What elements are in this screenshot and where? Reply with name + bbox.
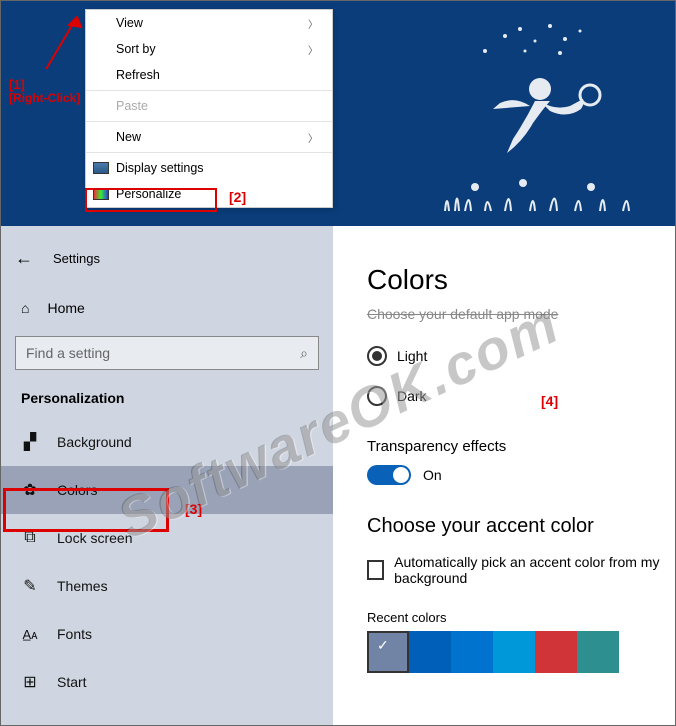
context-menu-label: New	[116, 130, 141, 144]
context-menu-paste: Paste	[86, 93, 332, 119]
page-title: Colors	[367, 264, 675, 296]
settings-title: Settings	[53, 251, 100, 266]
nav-home[interactable]: ⌂ Home	[1, 288, 333, 328]
radio-label: Dark	[397, 388, 427, 404]
nav-label: Home	[47, 300, 84, 316]
annotation-highlight-box	[85, 188, 217, 212]
search-icon: ⌕	[300, 345, 308, 362]
annotation-arrow	[33, 9, 89, 69]
nav-start[interactable]: ⊞ Start	[1, 658, 333, 706]
nav-label: Start	[57, 674, 87, 690]
context-menu-refresh[interactable]: Refresh	[86, 62, 332, 88]
app-mode-radio-group: Light Dark	[367, 336, 675, 416]
context-menu-sort-by[interactable]: Sort by 〉	[86, 36, 332, 62]
context-menu-display-settings[interactable]: Display settings	[86, 155, 332, 181]
context-menu-label: Refresh	[116, 68, 160, 82]
color-swatch[interactable]	[451, 631, 493, 673]
desktop-wallpaper-art	[375, 11, 655, 221]
color-swatch[interactable]	[535, 631, 577, 673]
home-icon: ⌂	[21, 300, 29, 316]
context-menu-label: Paste	[116, 99, 148, 113]
color-swatch[interactable]	[493, 631, 535, 673]
search-input[interactable]: Find a setting ⌕	[15, 336, 319, 370]
annotation-step1-num: [1]	[9, 77, 25, 92]
annotation-step3-num: [3]	[185, 501, 202, 517]
transparency-label: Transparency effects	[367, 438, 675, 455]
submenu-arrow-icon: 〉	[308, 16, 318, 31]
auto-accent-checkbox-row[interactable]: Automatically pick an accent color from …	[367, 554, 675, 586]
recent-color-swatches	[367, 631, 675, 673]
settings-sidebar: ← Settings ⌂ Home Find a setting ⌕ Perso…	[1, 226, 333, 725]
annotation-step4-num: [4]	[541, 393, 558, 409]
radio-dark[interactable]: Dark	[367, 376, 675, 416]
submenu-arrow-icon: 〉	[308, 130, 318, 145]
checkbox-label: Automatically pick an accent color from …	[394, 554, 675, 586]
picture-icon: ▞	[21, 432, 39, 452]
context-menu-new[interactable]: New 〉	[86, 124, 332, 150]
menu-separator	[86, 152, 332, 153]
submenu-arrow-icon: 〉	[308, 42, 318, 57]
annotation-step2-num: [2]	[229, 189, 246, 205]
radio-light[interactable]: Light	[367, 336, 675, 376]
annotation-highlight-box	[3, 488, 169, 532]
radio-label: Light	[397, 348, 427, 364]
color-swatch[interactable]	[367, 631, 409, 673]
radio-icon	[367, 386, 387, 406]
nav-label: Themes	[57, 578, 108, 594]
settings-content: Colors Choose your default app mode Ligh…	[333, 226, 675, 725]
context-menu-label: Display settings	[116, 161, 204, 175]
nav-label: Lock screen	[57, 530, 132, 546]
color-swatch[interactable]	[409, 631, 451, 673]
menu-separator	[86, 90, 332, 91]
toggle-state-label: On	[423, 467, 442, 483]
search-placeholder: Find a setting	[26, 345, 110, 361]
radio-icon	[367, 346, 387, 366]
transparency-toggle[interactable]	[367, 465, 411, 485]
start-icon: ⊞	[21, 672, 39, 692]
context-menu-label: View	[116, 16, 143, 30]
menu-separator	[86, 121, 332, 122]
accent-color-heading: Choose your accent color	[367, 515, 675, 538]
back-button[interactable]: ←	[15, 248, 33, 269]
display-icon	[93, 162, 109, 174]
desktop-context-menu: View 〉 Sort by 〉 Refresh Paste New 〉 Dis…	[85, 9, 333, 208]
nav-label: Fonts	[57, 626, 92, 642]
themes-icon: ✎	[21, 576, 39, 596]
checkbox-icon	[367, 560, 384, 580]
context-menu-view[interactable]: View 〉	[86, 10, 332, 36]
color-swatch[interactable]	[577, 631, 619, 673]
context-menu-label: Sort by	[116, 42, 156, 56]
category-heading: Personalization	[1, 384, 333, 418]
nav-themes[interactable]: ✎ Themes	[1, 562, 333, 610]
annotation-step1-text: [Right-Click]	[9, 91, 80, 105]
nav-fonts[interactable]: A̲ᴀ Fonts	[1, 610, 333, 658]
recent-colors-label: Recent colors	[367, 610, 675, 625]
nav-label: Background	[57, 434, 132, 450]
settings-window: ← Settings ⌂ Home Find a setting ⌕ Perso…	[1, 226, 675, 725]
fonts-icon: A̲ᴀ	[21, 627, 39, 642]
nav-background[interactable]: ▞ Background	[1, 418, 333, 466]
choose-mode-label: Choose your default app mode	[367, 306, 675, 322]
